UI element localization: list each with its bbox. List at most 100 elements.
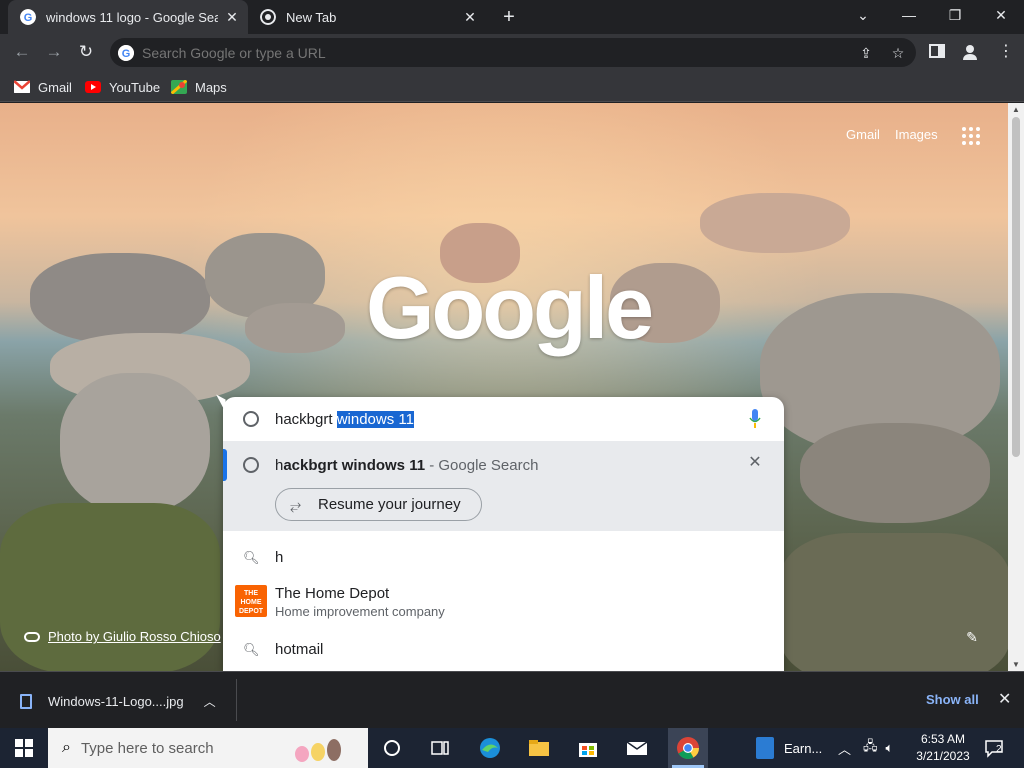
minimize-button[interactable]: — <box>886 0 932 30</box>
taskbar-word-label: Earn... <box>784 740 823 756</box>
journey-label: Resume your journey <box>318 496 461 513</box>
windows-start-icon[interactable] <box>15 739 33 757</box>
tab-title: New Tab <box>286 9 337 25</box>
suggestion-search[interactable]: 🔍︎ h <box>223 537 784 577</box>
google-icon: G <box>118 45 134 61</box>
share-icon[interactable]: ⇪ <box>856 43 876 63</box>
bookmark-label: Maps <box>195 79 227 95</box>
taskbar-word-button[interactable]: Earn... <box>748 728 832 768</box>
page-scrollbar[interactable]: ▲ ▼ <box>1008 103 1024 671</box>
chevron-down-icon: ⌄ <box>857 6 869 23</box>
star-icon[interactable]: ☆ <box>888 43 908 63</box>
apps-grid-icon[interactable] <box>962 127 980 145</box>
taskbar-chrome-button[interactable] <box>668 728 708 768</box>
bookmark-gmail[interactable]: Gmail <box>14 77 72 97</box>
microphone-icon[interactable] <box>749 409 761 429</box>
network-icon[interactable]: 🖧︎ <box>863 737 878 759</box>
search-highlight-eggs-icon <box>295 739 341 762</box>
show-all-downloads-button[interactable]: Show all <box>926 692 979 707</box>
clock-date: 3/21/2023 <box>916 749 970 763</box>
taskbar-search-box[interactable]: ⌕ Type here to search <box>48 728 368 768</box>
minimize-icon: — <box>902 7 916 23</box>
svg-text:G: G <box>24 12 33 24</box>
clock-time: 6:53 AM <box>920 732 966 746</box>
background-rock <box>60 373 210 513</box>
tab-google-search[interactable]: G windows 11 logo - Google Search ✕ <box>8 0 248 34</box>
suggestion-search[interactable]: 🔍︎ hotmail <box>223 629 784 669</box>
tab-close-icon[interactable]: ✕ <box>462 9 478 25</box>
close-downloads-icon[interactable]: ✕ <box>998 689 1011 709</box>
tab-search-button[interactable]: ⌄ <box>840 0 886 30</box>
home-depot-logo: THE HOME DEPOT <box>235 585 267 617</box>
bookmark-youtube[interactable]: YouTube <box>85 77 160 97</box>
youtube-icon <box>85 81 101 93</box>
arrow-right-icon: → <box>45 42 63 61</box>
photo-credit-link[interactable]: Photo by Giulio Rosso Chioso <box>24 629 221 644</box>
scroll-down-icon[interactable]: ▼ <box>1012 660 1020 669</box>
close-window-button[interactable]: ✕ <box>978 0 1024 30</box>
photo-credit-text: Photo by Giulio Rosso Chioso <box>48 629 221 644</box>
tab-close-icon[interactable]: ✕ <box>224 9 240 25</box>
scroll-up-icon[interactable]: ▲ <box>1012 105 1020 114</box>
profile-icon[interactable] <box>961 43 979 61</box>
microsoft-store-icon[interactable] <box>576 736 600 760</box>
file-explorer-icon[interactable] <box>527 736 551 760</box>
suggestion-history[interactable]: hackbgrt windows 11 - Google Search ✕ ⥂ … <box>223 441 784 531</box>
chevron-up-icon[interactable]: ︿ <box>838 739 851 758</box>
new-tab-button[interactable]: + <box>498 6 520 28</box>
svg-text:G: G <box>122 48 131 60</box>
downloads-bar: Windows-11-Logo....jpg ︿ Show all ✕ <box>0 671 1024 728</box>
new-tab-page: Gmail Images Google hackbgrt windows 11 … <box>0 103 1008 671</box>
edge-icon[interactable] <box>478 736 502 760</box>
reload-icon: ↻ <box>78 42 94 61</box>
cortana-icon[interactable] <box>380 736 404 760</box>
google-logo: Google <box>366 258 654 357</box>
journey-icon: ⥂ <box>290 496 302 513</box>
volume-muted-icon[interactable]: 🔈︎ <box>886 740 894 756</box>
chevron-up-icon[interactable]: ︿ <box>204 693 216 710</box>
background-rock <box>700 193 850 253</box>
resume-journey-button[interactable]: ⥂ Resume your journey <box>275 488 482 521</box>
address-bar[interactable]: G ⇪ ☆ <box>110 38 916 67</box>
remove-suggestion-close-icon[interactable]: ✕ <box>747 455 763 471</box>
forward-button[interactable]: → <box>42 40 66 64</box>
mail-icon[interactable] <box>625 736 649 760</box>
background-vegetation <box>0 503 220 671</box>
divider <box>236 679 237 721</box>
tab-title: windows 11 logo - Google Search <box>46 9 218 25</box>
maps-icon <box>171 80 187 94</box>
selection-indicator <box>223 449 227 481</box>
taskbar-clock[interactable]: 6:53 AM 3/21/2023 <box>912 731 974 765</box>
reload-button[interactable]: ↻ <box>74 40 98 64</box>
system-tray: ︿ 🖧︎ 🔈︎ <box>838 728 893 768</box>
search-input[interactable]: hackbgrt windows 11 <box>275 411 414 428</box>
gmail-icon <box>14 80 30 93</box>
notification-center-icon[interactable]: 2 <box>984 738 1004 758</box>
suggestion-entity[interactable]: THE HOME DEPOT The Home Depot Home impro… <box>223 577 784 623</box>
arrow-left-icon: ← <box>13 42 31 61</box>
browser-toolbar: ← → ↻ G ⇪ ☆ ⋮ <box>0 34 1024 71</box>
bookmarks-bar: Gmail YouTube Maps <box>0 71 1024 102</box>
history-clock-icon <box>243 411 259 427</box>
gmail-link[interactable]: Gmail <box>846 127 880 142</box>
task-view-icon[interactable] <box>428 736 452 760</box>
download-item[interactable]: Windows-11-Logo....jpg ︿ <box>20 686 216 716</box>
address-input[interactable] <box>142 42 842 63</box>
images-link[interactable]: Images <box>895 127 938 142</box>
entity-title: The Home Depot <box>275 585 390 602</box>
menu-kebab-icon[interactable]: ⋮ <box>998 42 1014 62</box>
tab-new-tab[interactable]: New Tab ✕ <box>248 0 486 34</box>
bookmark-maps[interactable]: Maps <box>171 77 227 97</box>
search-input-row[interactable]: hackbgrt windows 11 <box>223 397 784 441</box>
background-rock <box>30 253 210 343</box>
tab-strip: G windows 11 logo - Google Search ✕ New … <box>0 0 1024 34</box>
google-favicon-icon: G <box>20 9 36 25</box>
restore-button[interactable]: ❐ <box>932 0 978 30</box>
bookmark-label: Gmail <box>38 79 72 95</box>
side-panel-icon[interactable] <box>929 43 945 59</box>
back-button[interactable]: ← <box>10 40 34 64</box>
scrollbar-thumb[interactable] <box>1012 117 1020 457</box>
background-rock <box>800 423 990 523</box>
suggestion-text: h <box>275 549 284 566</box>
customize-pencil-icon[interactable]: ✎ <box>962 629 982 649</box>
